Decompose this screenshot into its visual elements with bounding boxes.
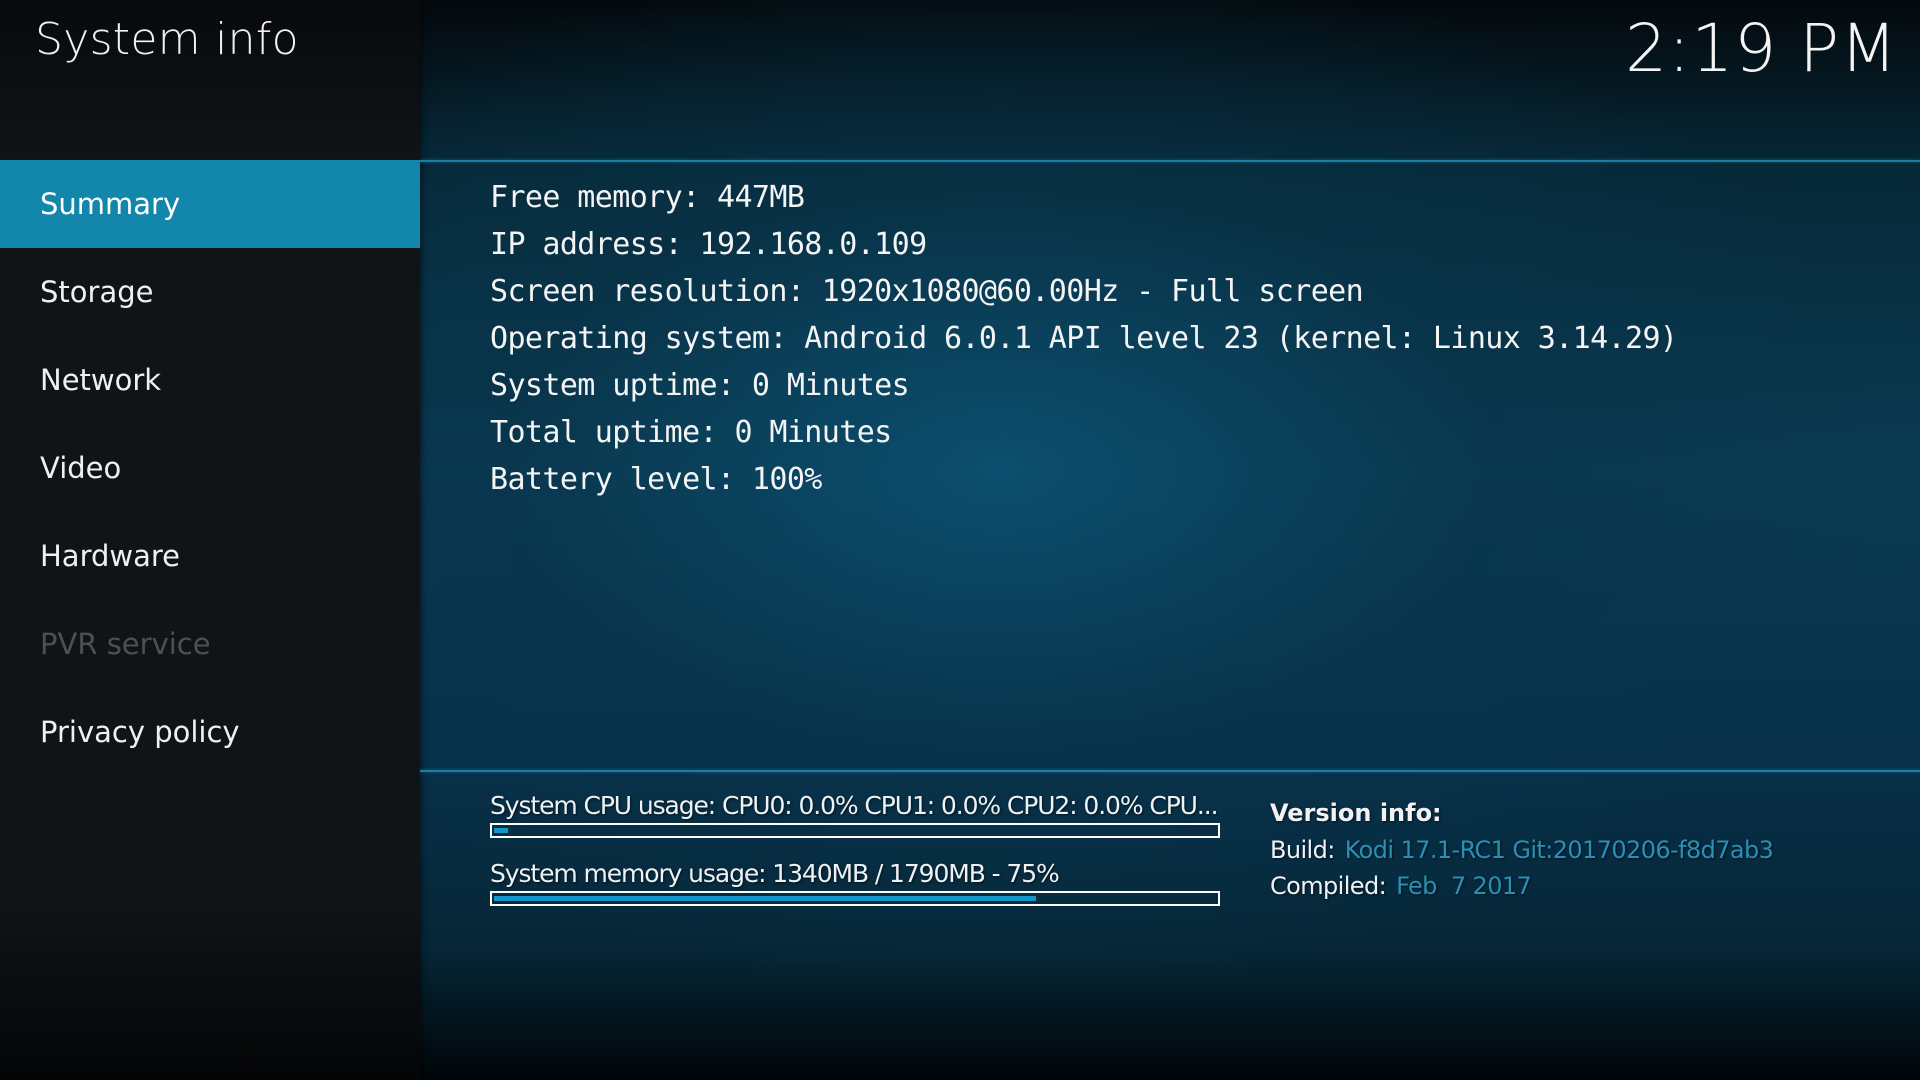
footer-divider: [420, 770, 1920, 772]
build-value: Kodi 17.1-RC1 Git:20170206-f8d7ab3: [1344, 836, 1774, 864]
total-uptime-text: Total uptime: 0 Minutes: [490, 415, 892, 450]
screen-resolution-text: Screen resolution: 1920x1080@60.00Hz - F…: [490, 274, 1364, 309]
sidebar-menu: Summary Storage Network Video Hardware P…: [0, 160, 420, 776]
version-info: Version info: Build: Kodi 17.1-RC1 Git:20…: [1270, 794, 1774, 904]
compiled-value: Feb 7 2017: [1396, 872, 1532, 900]
sidebar-item-privacy-policy[interactable]: Privacy policy: [0, 688, 420, 776]
compiled-label: Compiled:: [1270, 872, 1387, 900]
sidebar-item-summary[interactable]: Summary: [0, 160, 420, 248]
build-label: Build:: [1270, 836, 1335, 864]
system-uptime-text: System uptime: 0 Minutes: [490, 368, 910, 403]
sidebar-item-video[interactable]: Video: [0, 424, 420, 512]
compiled-row: Compiled: Feb 7 2017: [1270, 868, 1773, 904]
summary-info-list: Free memory: 447MB IP address: 192.168.0…: [490, 174, 1678, 503]
sidebar-item-hardware[interactable]: Hardware: [0, 512, 420, 600]
cpu-usage-bar: [490, 823, 1220, 838]
cpu-usage-bar-fill: [494, 828, 508, 833]
sidebar-item-storage[interactable]: Storage: [0, 248, 420, 336]
cpu-usage-label: System CPU usage: CPU0: 0.0% CPU1: 0.0% …: [490, 791, 1219, 820]
version-info-title: Version info:: [1270, 799, 1442, 827]
ip-address-text: IP address: 192.168.0.109: [490, 227, 927, 262]
page-title: System info: [35, 14, 299, 65]
memory-usage-bar-fill: [494, 896, 1036, 901]
free-memory-text: Free memory: 447MB: [490, 180, 805, 215]
clock: 2:19 PM: [1625, 10, 1898, 87]
usage-panel: System CPU usage: CPU0: 0.0% CPU1: 0.0% …: [490, 790, 1220, 926]
memory-usage-label: System memory usage: 1340MB / 1790MB - 7…: [490, 859, 1060, 888]
sidebar: System info Summary Storage Network Vide…: [0, 0, 420, 1080]
header-divider: [420, 160, 1920, 162]
battery-level-text: Battery level: 100%: [490, 462, 822, 497]
build-row: Build: Kodi 17.1-RC1 Git:20170206-f8d7ab3: [1270, 832, 1774, 868]
sidebar-item-pvr-service: PVR service: [40, 627, 211, 661]
memory-usage-bar: [490, 891, 1220, 906]
sidebar-item-network[interactable]: Network: [0, 336, 420, 424]
operating-system-text: Operating system: Android 6.0.1 API leve…: [490, 321, 1678, 356]
